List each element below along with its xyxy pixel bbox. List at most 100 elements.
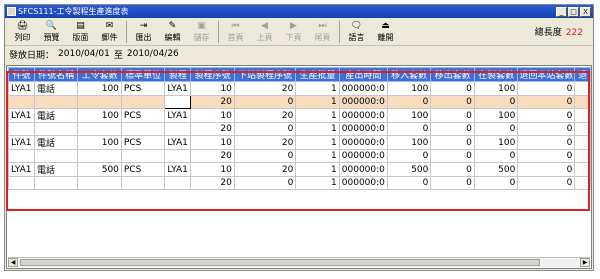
column-header[interactable]: 製程序號	[190, 67, 235, 82]
table-cell[interactable]: 1	[295, 162, 340, 177]
table-cell[interactable]: 0	[517, 135, 576, 150]
table-cell[interactable]	[164, 176, 192, 190]
table-cell[interactable]: 0	[473, 176, 519, 190]
table-cell[interactable]: 0	[386, 149, 432, 163]
table-cell[interactable]: LYA1	[164, 108, 192, 123]
table-row[interactable]: LYA1 電話 100 PCS LYA1 10 20 1 000000:0 100 0 100 0	[8, 81, 591, 96]
table-cell[interactable]: 000000:0	[338, 162, 388, 177]
table-row[interactable]: 20 0 1 000000:0 0 0 0 0	[8, 176, 591, 190]
scroll-left-icon[interactable]: ◀	[8, 258, 18, 267]
table-cell[interactable]: LYA1	[8, 81, 35, 96]
table-cell[interactable]: 100	[77, 81, 122, 96]
toolbar-button-4[interactable]: ⇥ 匯出	[129, 19, 158, 45]
toolbar-button-1[interactable]: 🔍 預覽	[37, 19, 66, 45]
table-cell[interactable]	[8, 95, 35, 109]
table-cell[interactable]: 20	[190, 176, 235, 190]
table-cell[interactable]	[33, 149, 79, 163]
table-cell[interactable]: 000000:0	[338, 135, 388, 150]
column-header[interactable]: 產出時間	[338, 67, 388, 82]
table-cell[interactable]: 1	[295, 135, 340, 150]
table-cell[interactable]: 0	[430, 108, 475, 123]
table-cell[interactable]: 0	[233, 122, 297, 136]
table-cell[interactable]: 100	[473, 108, 519, 123]
table-row[interactable]: 20 0 1 000000:0 0 0 0 0	[8, 122, 591, 136]
table-cell[interactable]: 1	[295, 149, 340, 163]
table-cell[interactable]: 0	[386, 176, 432, 190]
table-cell[interactable]: LYA1	[164, 135, 192, 150]
column-header[interactable]: 移出套數	[430, 67, 475, 82]
table-cell[interactable]: 10	[190, 162, 235, 177]
toolbar-button-11[interactable]: 🗨 語言	[342, 19, 371, 45]
table-cell[interactable]	[164, 122, 192, 136]
table-cell[interactable]: 電話	[33, 162, 79, 177]
column-header[interactable]: 下站製程序號	[233, 67, 297, 82]
table-cell[interactable]: 000000:0	[338, 108, 388, 123]
toolbar-button-5[interactable]: ✎ 編輯	[158, 19, 187, 45]
table-cell[interactable]: 1	[295, 176, 340, 190]
toolbar-button-6[interactable]: ▣ 儲存	[187, 19, 216, 45]
table-cell[interactable]: LYA1	[164, 81, 192, 96]
table-cell[interactable]	[77, 95, 122, 109]
table-cell[interactable]: 0	[473, 122, 519, 136]
table-row[interactable]: LYA1 電話 100 PCS LYA1 10 20 1 000000:0 100 0 100 0	[8, 108, 591, 123]
table-cell[interactable]: 電話	[33, 81, 79, 96]
table-cell[interactable]: 0	[517, 162, 576, 177]
maximize-button[interactable]: □	[568, 6, 579, 17]
table-cell[interactable]: 0	[430, 122, 475, 136]
table-cell[interactable]: 10	[190, 81, 235, 96]
table-cell[interactable]: 000000:0	[338, 122, 388, 136]
table-cell[interactable]: LYA1	[8, 108, 35, 123]
table-cell[interactable]	[574, 176, 591, 190]
table-cell[interactable]: 20	[233, 162, 297, 177]
table-cell[interactable]: 500	[473, 162, 519, 177]
table-row[interactable]: 20 0 1 000000:0 0 0 0 0	[8, 95, 591, 109]
table-cell[interactable]: PCS	[120, 135, 166, 150]
table-cell[interactable]: 0	[430, 162, 475, 177]
table-cell[interactable]	[574, 81, 591, 96]
table-cell[interactable]: 000000:0	[338, 81, 388, 96]
table-cell[interactable]: 0	[517, 122, 576, 136]
column-header[interactable]: 製程	[164, 67, 192, 82]
table-cell[interactable]: 0	[517, 108, 576, 123]
toolbar-button-9[interactable]: ▶ 下頁	[279, 19, 308, 45]
column-header[interactable]: 移入套數	[386, 67, 432, 82]
table-row[interactable]: LYA1 電話 100 PCS LYA1 10 20 1 000000:0 100 0 100 0	[8, 135, 591, 150]
table-cell[interactable]: LYA1	[8, 162, 35, 177]
table-cell[interactable]	[120, 149, 166, 163]
table-cell[interactable]	[8, 149, 35, 163]
table-cell[interactable]: 20	[190, 149, 235, 163]
toolbar-button-10[interactable]: ⏭ 尾頁	[308, 19, 337, 45]
toolbar-button-8[interactable]: ◀ 上頁	[250, 19, 279, 45]
table-cell[interactable]: 0	[517, 95, 576, 109]
column-header[interactable]: 退	[574, 67, 591, 82]
table-cell[interactable]	[120, 176, 166, 190]
table-cell[interactable]: PCS	[120, 108, 166, 123]
table-cell[interactable]: 10	[190, 135, 235, 150]
table-cell[interactable]: 0	[386, 122, 432, 136]
table-cell[interactable]: PCS	[120, 81, 166, 96]
table-cell[interactable]: 1	[295, 95, 340, 109]
table-cell[interactable]	[164, 95, 192, 109]
table-cell[interactable]: 20	[233, 81, 297, 96]
table-cell[interactable]: 0	[233, 176, 297, 190]
toolbar-button-7[interactable]: ⏮ 首頁	[221, 19, 250, 45]
table-cell[interactable]	[33, 122, 79, 136]
toolbar-button-3[interactable]: ✉ 郵件	[95, 19, 124, 45]
table-cell[interactable]: 0	[430, 95, 475, 109]
table-cell[interactable]	[574, 162, 591, 177]
table-cell[interactable]: 10	[190, 108, 235, 123]
table-cell[interactable]: 100	[473, 135, 519, 150]
table-cell[interactable]: 0	[430, 176, 475, 190]
table-cell[interactable]	[77, 176, 122, 190]
table-cell[interactable]: 100	[77, 135, 122, 150]
toolbar-button-12[interactable]: ⏏ 離開	[371, 19, 400, 45]
column-header[interactable]: 工令套數	[77, 67, 122, 82]
scroll-thumb[interactable]	[20, 259, 540, 266]
table-cell[interactable]	[8, 176, 35, 190]
column-header[interactable]: 件號名稱	[33, 67, 79, 82]
table-cell[interactable]	[8, 122, 35, 136]
table-cell[interactable]: LYA1	[164, 162, 192, 177]
table-cell[interactable]	[77, 122, 122, 136]
toolbar-button-2[interactable]: ▤ 版面	[66, 19, 95, 45]
table-cell[interactable]: 0	[517, 176, 576, 190]
